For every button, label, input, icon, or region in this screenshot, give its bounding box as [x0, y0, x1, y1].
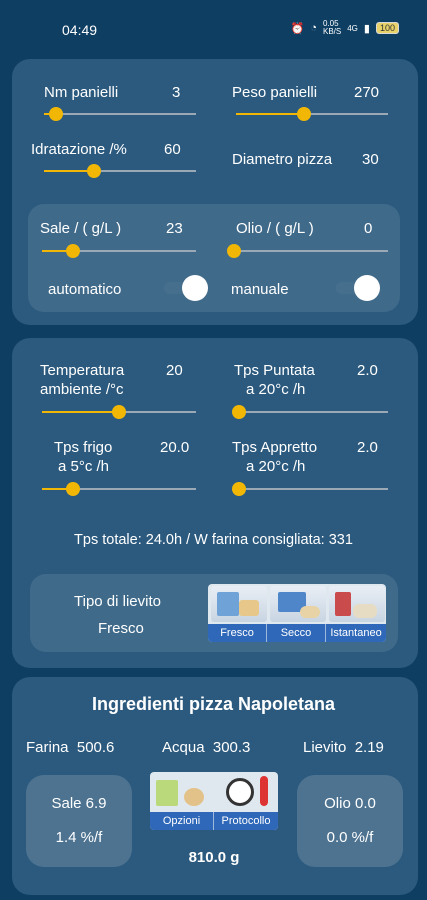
diametro-value: 30: [362, 151, 379, 168]
slider-thumb[interactable]: [112, 405, 126, 419]
slider-thumb[interactable]: [87, 164, 102, 178]
alarm-icon: ⏰: [290, 22, 305, 35]
temperatura-label1: Temperatura: [40, 362, 125, 379]
slider-thumb[interactable]: [49, 107, 64, 121]
appretto-label1: Tps Appretto: [232, 439, 318, 456]
nm-panielli-label: Nm panielli: [44, 84, 119, 101]
manuale-label: manuale: [231, 281, 289, 298]
nm-panielli-slider[interactable]: [44, 106, 196, 122]
puntata-slider[interactable]: [231, 404, 388, 420]
temperatura-label2: ambiente /°c: [40, 381, 124, 398]
tool-opzioni[interactable]: Opzioni: [150, 812, 214, 830]
fresh-yeast-icon: [211, 586, 267, 622]
olio-box: [297, 775, 403, 867]
frigo-value: 20.0: [160, 439, 190, 456]
timing-summary: Tps totale: 24.0h / W farina consigliata…: [74, 532, 353, 548]
puntata-label1: Tps Puntata: [234, 362, 315, 379]
temperatura-value: 20: [166, 362, 183, 379]
yeast-selected: Fresco: [98, 620, 144, 637]
appretto-value: 2.0: [357, 439, 378, 456]
olio-percent: 0.0 %/f: [326, 829, 374, 846]
yeast-label: Tipo di lievito: [74, 593, 161, 610]
signal-label: 4G: [347, 23, 358, 33]
slider-thumb[interactable]: [65, 482, 80, 496]
appretto-label2: a 20°c /h: [246, 458, 306, 475]
status-icons: ⏰ ◔ 0.05 KB/S 4G ▮ 100: [291, 20, 399, 36]
yeast-selector[interactable]: Fresco Secco Istantaneo: [208, 584, 386, 642]
frigo-label1: Tps frigo: [54, 439, 113, 456]
lievito-value: Lievito 2.19: [303, 739, 384, 756]
sale-slider[interactable]: [42, 243, 196, 259]
sale-value: 23: [166, 220, 183, 237]
nm-panielli-value: 3: [172, 84, 181, 101]
yeast-option-fresco[interactable]: Fresco: [208, 624, 267, 642]
automatico-label: automatico: [48, 281, 122, 298]
total-weight: 810.0 g: [188, 849, 240, 866]
olio-label: Olio / ( g/L ): [236, 220, 314, 237]
diametro-label: Diametro pizza: [232, 151, 333, 168]
olio-grams: Olio 0.0: [324, 795, 376, 812]
signal-icon: ▮: [363, 22, 370, 35]
ingredients-title: Ingredienti pizza Napoletana: [91, 694, 336, 714]
status-time: 04:49: [62, 22, 98, 38]
appretto-slider[interactable]: [231, 481, 388, 497]
olio-slider[interactable]: [227, 243, 388, 259]
olio-value: 0: [364, 220, 373, 237]
idratazione-value: 60: [164, 141, 181, 158]
puntata-label2: a 20°c /h: [246, 381, 306, 398]
frigo-label2: a 5°c /h: [58, 458, 110, 475]
slider-thumb[interactable]: [297, 107, 312, 121]
tool-protocollo[interactable]: Protocollo: [214, 812, 278, 830]
slider-thumb[interactable]: [231, 482, 246, 496]
dry-yeast-icon: [270, 586, 326, 622]
peso-panielli-slider[interactable]: [236, 106, 388, 122]
yeast-option-istantaneo[interactable]: Istantaneo: [326, 624, 386, 642]
peso-panielli-label: Peso panielli: [232, 84, 318, 101]
sale-grams: Sale 6.9: [51, 795, 107, 812]
slider-thumb[interactable]: [231, 405, 246, 419]
automatico-toggle[interactable]: [160, 275, 208, 301]
peso-panielli-value: 270: [354, 84, 380, 101]
protocol-icon: [222, 774, 276, 810]
options-icon: [154, 776, 210, 810]
idratazione-slider[interactable]: [44, 163, 196, 179]
battery-icon: 100: [375, 22, 399, 34]
yeast-option-secco[interactable]: Secco: [267, 624, 326, 642]
sale-label: Sale / ( g/L ): [40, 220, 122, 237]
slider-thumb[interactable]: [227, 244, 241, 258]
sale-percent: 1.4 %/f: [55, 829, 103, 846]
farina-value: Farina 500.6: [26, 739, 115, 756]
instant-yeast-icon: [329, 586, 385, 622]
idratazione-label: Idratazione /%: [31, 141, 127, 158]
puntata-value: 2.0: [357, 362, 378, 379]
status-bar: 04:49 ⏰ ◔ 0.05 KB/S 4G ▮ 100: [0, 0, 427, 60]
net-speed: 0.05 KB/S: [323, 19, 342, 36]
sale-box: [26, 775, 132, 867]
manuale-toggle[interactable]: [332, 275, 380, 301]
tools-panel[interactable]: Opzioni Protocollo: [150, 772, 278, 830]
frigo-slider[interactable]: [42, 481, 196, 497]
temperatura-slider[interactable]: [42, 404, 196, 420]
acqua-value: Acqua 300.3: [162, 739, 251, 756]
slider-thumb[interactable]: [65, 244, 80, 258]
wifi-icon: ◔: [310, 22, 317, 34]
